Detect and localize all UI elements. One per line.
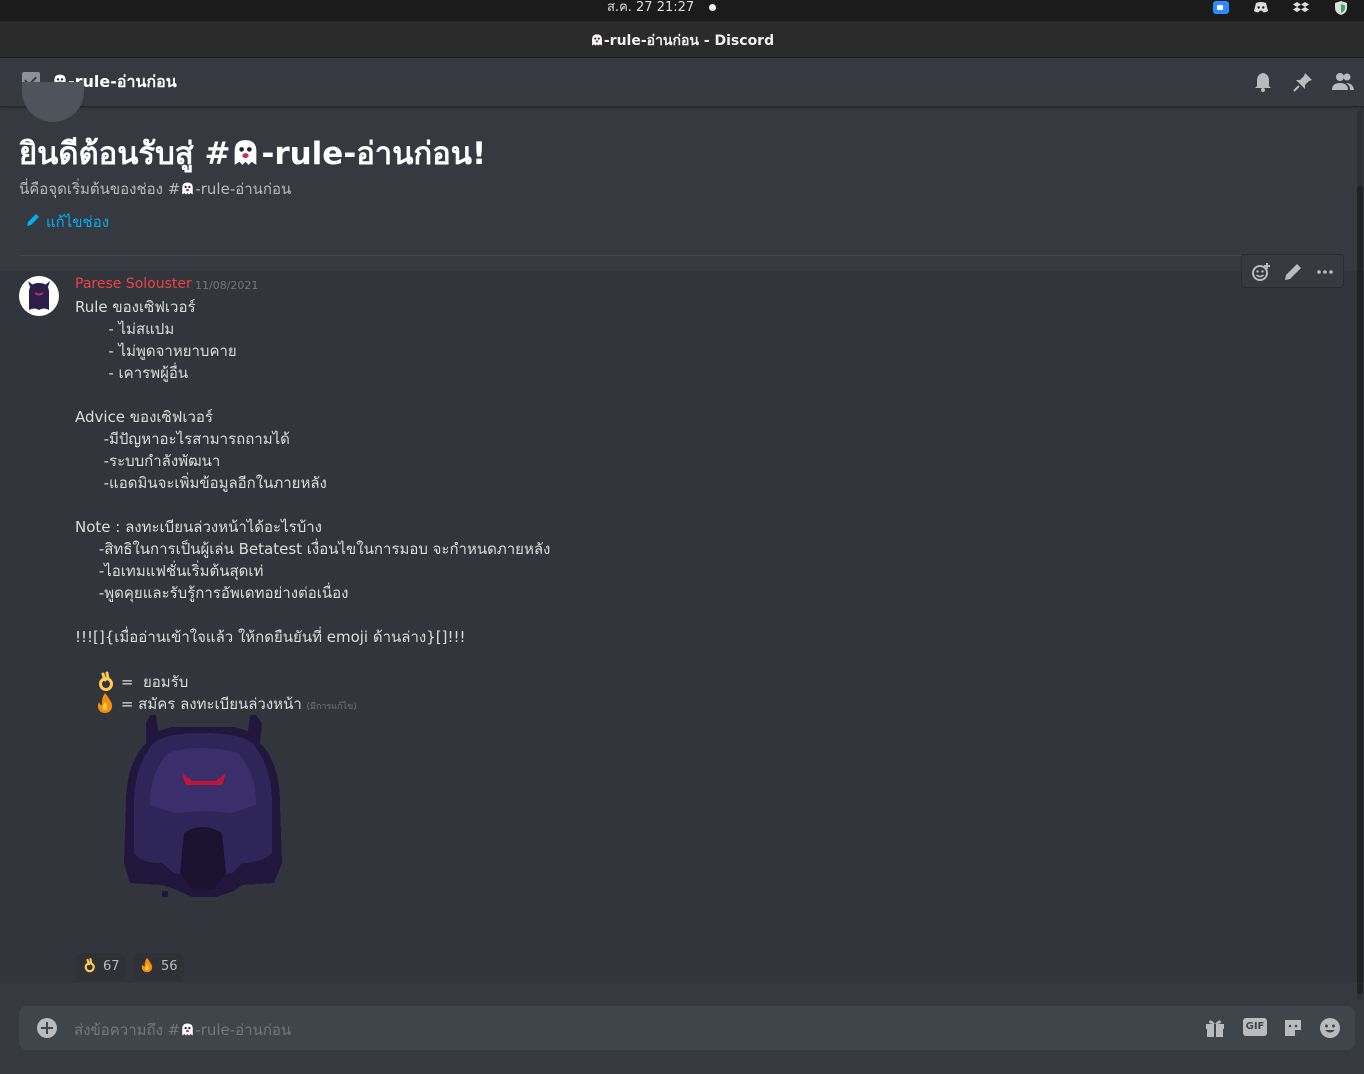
message-line (75, 494, 550, 516)
edit-channel-label: แก้ไขช่อง (46, 213, 110, 231)
message-line: -แอดมินจะเพิ่มข้อมูลอีกในภายหลัง (75, 474, 327, 492)
message-input[interactable] (74, 1006, 1194, 1050)
message-line: !!![]{เมื่ออ่านเข้าใจแล้ว ให้กดยืนยันที่… (75, 628, 466, 646)
system-top-bar: ส.ค. 27 21:27 (0, 0, 1364, 21)
message-line: - ไม่พูดจาหยาบคาย (75, 342, 237, 360)
dropbox-tray-icon[interactable] (1293, 1, 1309, 14)
reaction-count: 67 (103, 959, 120, 974)
ok-hand-emoji-icon (99, 671, 114, 691)
message-line: -มีปัญหาอะไรสามารถถามได้ (75, 430, 290, 448)
notification-bell-icon[interactable] (1252, 71, 1274, 93)
welcome-subtitle: นี่คือจุดเริ่มต้นของช่อง # -rule-อ่านก่อน (19, 177, 291, 201)
welcome-title-prefix: ยินดีต้อนรับสู่ # (19, 136, 231, 172)
message-line (75, 604, 550, 626)
fire-emoji-icon (97, 693, 113, 713)
message-timestamp: 11/08/2021 (195, 279, 259, 292)
emoji-picker-icon[interactable] (1319, 1017, 1341, 1039)
ghost-emoji-icon (182, 182, 194, 195)
reaction-ok-hand[interactable]: 67 (75, 953, 126, 981)
fire-emoji-icon (141, 957, 153, 973)
pencil-icon (27, 214, 39, 226)
system-clock[interactable]: ส.ค. 27 21:27 (607, 0, 694, 15)
message-line (75, 384, 550, 406)
upload-plus-icon[interactable] (37, 1018, 57, 1038)
window-title: -rule-อ่านก่อน - Discord (0, 30, 1364, 52)
author-name[interactable]: Parese Solouster (75, 276, 192, 292)
more-options-icon[interactable] (1315, 262, 1335, 282)
message-composer: ส่งข้อความถึง # -rule-อ่านก่อน GIF (19, 1006, 1355, 1050)
gif-button[interactable]: GIF (1243, 1018, 1267, 1036)
edit-channel-link[interactable]: แก้ไขช่อง (26, 210, 109, 234)
message-line: -ไอเทมแฟชั่นเริ่มต้นสุดเท่ (75, 562, 264, 580)
scrollbar-track[interactable] (1357, 110, 1363, 1000)
welcome-divider (19, 255, 1342, 256)
welcome-subtitle-suffix: -rule-อ่านก่อน (195, 180, 292, 198)
accept-legend: = ยอมรับ (116, 673, 189, 691)
ok-hand-emoji-icon (84, 958, 95, 973)
discord-tray-icon[interactable] (1253, 1, 1269, 14)
message-line: Note : ลงทะเบียนล่วงหน้าได้อะไรบ้าง (75, 518, 322, 536)
message-line: -สิทธิในการเป็นผู้เล่น Betatest เงื่อนไข… (75, 540, 551, 558)
ghost-emoji-icon (591, 34, 602, 46)
message-line: Rule ของเซิฟเวอร์ (75, 298, 196, 316)
register-legend: = สมัคร ลงทะเบียนล่วงหน้า (116, 695, 302, 713)
message-content: Rule ของเซิฟเวอร์ - ไม่สแปม - ไม่พูดจาหย… (75, 296, 551, 713)
channel-name-text: -rule-อ่านก่อน (68, 72, 177, 91)
message-line: Advice ของเซิฟเวอร์ (75, 408, 213, 426)
scrollbar-thumb[interactable] (1357, 186, 1363, 994)
sticker-icon[interactable] (1282, 1017, 1304, 1039)
edited-tag: (มีการแก้ไข) (306, 702, 357, 712)
pin-icon[interactable] (1292, 71, 1314, 93)
author-avatar[interactable] (19, 276, 59, 316)
notification-dot-icon (709, 4, 716, 11)
gift-icon[interactable] (1204, 1017, 1226, 1039)
welcome-subtitle-prefix: นี่คือจุดเริ่มต้นของช่อง # (19, 180, 181, 198)
window-title-text: -rule-อ่านก่อน - Discord (603, 33, 775, 49)
message-line: -พูดคุยและรับรู้การอัพเดทอย่างต่อเนื่อง (75, 584, 349, 602)
reaction-fire[interactable]: 56 (133, 953, 184, 981)
channel-header: -rule-อ่านก่อน (0, 58, 1364, 107)
ghost-emoji-icon (235, 139, 257, 165)
message-line: - ไม่สแปม (75, 320, 175, 338)
zoom-tray-icon[interactable] (1213, 1, 1229, 14)
edit-message-icon[interactable] (1283, 262, 1303, 282)
security-tray-icon[interactable] (1334, 1, 1350, 15)
message-line: - เคารพผู้อื่น (75, 364, 189, 382)
welcome-title: ยินดีต้อนรับสู่ # -rule-อ่านก่อน! (19, 128, 486, 178)
message-line: -ระบบกำลังพัฒนา (75, 452, 221, 470)
monster-sticker-image[interactable] (122, 713, 284, 898)
channel-welcome-icon (22, 82, 84, 122)
message-line-ok: = ยอมรับ (75, 648, 550, 691)
window-title-bar: -rule-อ่านก่อน - Discord (0, 21, 1364, 58)
reaction-count: 56 (161, 959, 178, 974)
welcome-title-suffix: -rule-อ่านก่อน! (261, 136, 487, 172)
message-actions-toolbar (1241, 254, 1344, 288)
add-reaction-icon[interactable] (1251, 262, 1271, 282)
member-list-icon[interactable] (1331, 71, 1354, 93)
